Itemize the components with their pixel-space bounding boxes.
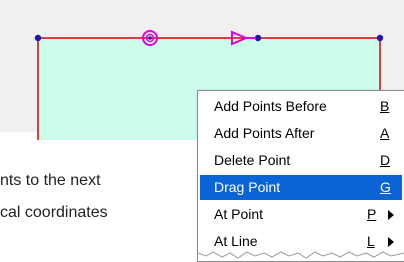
menu-item-shortcut: B: [380, 98, 390, 114]
menu-item-shortcut: A: [380, 125, 390, 141]
menu-item-shortcut: D: [380, 152, 391, 168]
menu-item-label: At Point: [214, 206, 264, 222]
vertex-top-left[interactable]: [34, 34, 42, 42]
menu-item-shortcut: G: [380, 179, 391, 195]
body-text-line-2: cal coordinates: [0, 204, 108, 221]
menu-item-delete-point[interactable]: Delete Point D: [200, 148, 402, 173]
torn-edge: [198, 251, 404, 261]
body-text-line-1: nts to the next: [0, 172, 101, 189]
context-menu: Add Points Before B Add Points After A D…: [197, 90, 404, 262]
menu-item-label: Drag Point: [214, 179, 281, 195]
menu-item-label: Add Points Before: [214, 98, 327, 114]
menu-item-drag-point[interactable]: Drag Point G: [200, 175, 402, 200]
menu-item-at-point[interactable]: At Point P: [200, 202, 402, 227]
menu-item-add-points-before[interactable]: Add Points Before B: [200, 94, 402, 119]
menu-item-shortcut: P: [367, 206, 377, 222]
submenu-arrow-icon: [388, 237, 394, 247]
vertex-top-right[interactable]: [376, 34, 384, 42]
menu-item-label: Delete Point: [214, 152, 291, 168]
menu-item-add-points-after[interactable]: Add Points After A: [200, 121, 402, 146]
submenu-arrow-icon: [388, 210, 394, 220]
menu-item-label: Add Points After: [214, 125, 315, 141]
